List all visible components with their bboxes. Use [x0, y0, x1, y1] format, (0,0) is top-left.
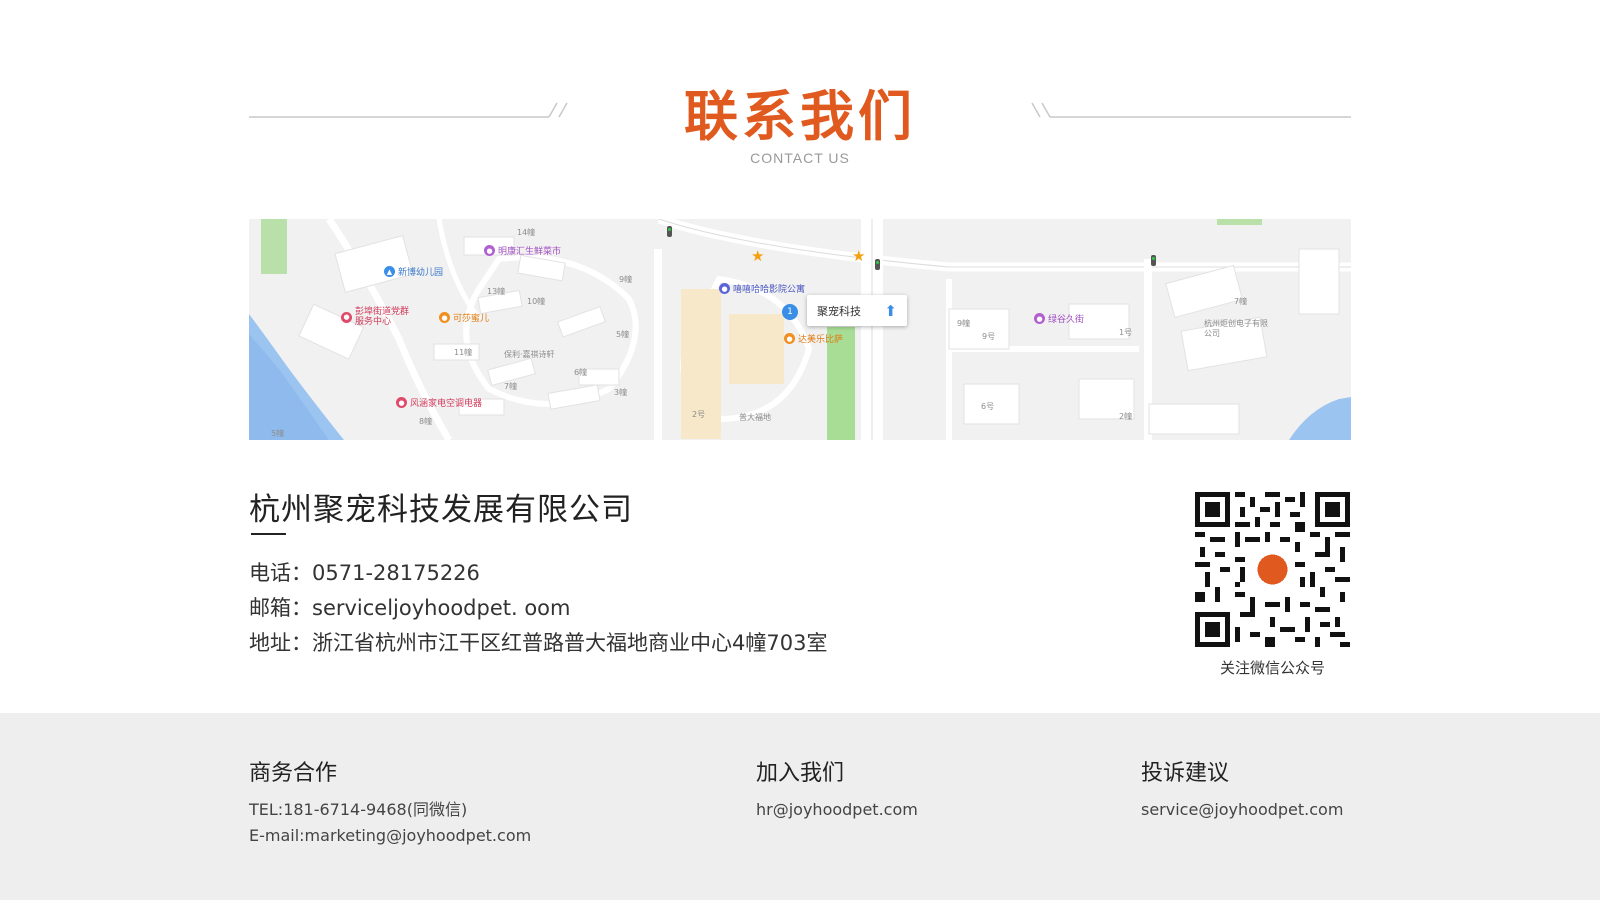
business-email[interactable]: E-mail:marketing@joyhoodpet.com	[249, 823, 531, 849]
food-icon: ●	[784, 333, 795, 344]
map-poi[interactable]: ● 彭埠街道党群服务中心	[341, 307, 416, 327]
school-icon: ▲	[384, 266, 395, 277]
business-tel[interactable]: TEL:181-6714-9468(同微信)	[249, 797, 531, 823]
join-us: 加入我们 hr@joyhoodpet.com	[756, 755, 918, 823]
market-icon: ●	[484, 245, 495, 256]
map-poi[interactable]: ● 嘻嘻哈哈影院公寓	[719, 282, 805, 295]
address-label: 地址：	[249, 631, 312, 655]
company-name: 杭州聚宠科技发展有限公司	[249, 492, 633, 528]
divider	[251, 533, 286, 535]
building-label: 6号	[981, 402, 995, 411]
star-icon: ★	[751, 247, 765, 265]
complaint-heading: 投诉建议	[1141, 761, 1230, 786]
footer: 商务合作 TEL:181-6714-9468(同微信) E-mail:marke…	[0, 713, 1600, 900]
store-icon: ●	[396, 397, 407, 408]
building-label: 保利·嘉祺诗轩	[504, 350, 555, 359]
location-map[interactable]: ★ ★ ● 明康汇生鲜菜市 ▲ 新博幼儿园 ● 彭埠街道党群服务中心 ● 可莎蜜…	[249, 219, 1351, 440]
page-subtitle: CONTACT US	[750, 150, 850, 166]
shopping-icon: ●	[1034, 313, 1045, 324]
business-heading: 商务合作	[249, 761, 338, 786]
building-label: 7幢	[1234, 297, 1248, 306]
map-poi[interactable]: ● 明康汇生鲜菜市	[484, 244, 561, 257]
traffic-light-icon	[875, 259, 880, 270]
phone-value[interactable]: 0571-28175226	[312, 561, 480, 585]
logo-icon	[1257, 554, 1288, 585]
wechat-qr-code	[1195, 492, 1350, 647]
building-label: 2号	[692, 410, 706, 419]
traffic-light-icon	[1151, 255, 1156, 266]
address-line: 地址：浙江省杭州市江干区红普路普大福地商业中心4幢703室	[249, 627, 827, 657]
building-label: 1号	[1119, 328, 1133, 337]
marker-label: 聚宠科技	[817, 304, 861, 318]
government-icon: ●	[341, 311, 352, 323]
complaints: 投诉建议 service@joyhoodpet.com	[1141, 755, 1343, 823]
building-label: 7幢	[504, 382, 518, 391]
hotel-icon: ●	[719, 283, 730, 294]
map-poi[interactable]: ● 风涵家电空调电器	[396, 396, 482, 409]
building-label: 普大福地	[739, 413, 771, 422]
join-heading: 加入我们	[756, 761, 845, 786]
traffic-light-icon	[667, 226, 672, 237]
building-label: 9号	[982, 332, 996, 341]
address-value: 浙江省杭州市江干区红普路普大福地商业中心4幢703室	[312, 631, 828, 655]
map-poi[interactable]: ● 可莎蜜儿	[439, 311, 489, 324]
star-icon: ★	[852, 247, 866, 265]
email-value[interactable]: serviceljoyhoodpet. oom	[312, 596, 571, 620]
join-email[interactable]: hr@joyhoodpet.com	[756, 797, 918, 823]
navigate-icon[interactable]: ⬆	[884, 302, 897, 320]
location-pin-icon[interactable]: 1	[782, 304, 798, 320]
business-contact: 商务合作 TEL:181-6714-9468(同微信) E-mail:marke…	[249, 755, 531, 849]
building-label: 14幢	[517, 228, 536, 237]
building-label: 杭州炬创电子有限公司	[1204, 319, 1268, 338]
map-poi[interactable]: ● 绿谷久街	[1034, 312, 1084, 325]
complaint-email[interactable]: service@joyhoodpet.com	[1141, 797, 1343, 823]
building-label: 8幢	[419, 417, 433, 426]
building-label: 2幢	[1119, 412, 1133, 421]
map-poi[interactable]: ▲ 新博幼儿园	[384, 265, 443, 278]
email-line: 邮箱：serviceljoyhoodpet. oom	[249, 592, 571, 622]
building-label: 11幢	[454, 348, 473, 357]
qr-caption: 关注微信公众号	[1219, 659, 1325, 677]
building-label: 10幢	[527, 297, 546, 306]
building-label: 13幢	[487, 287, 506, 296]
email-label: 邮箱：	[249, 596, 312, 620]
building-label: 3幢	[614, 388, 628, 397]
map-marker-card[interactable]: 聚宠科技 ⬆	[807, 295, 907, 326]
building-label: 5幢	[271, 429, 285, 438]
building-label: 9幢	[619, 275, 633, 284]
building-label: 5幢	[616, 330, 630, 339]
building-label: 6幢	[574, 368, 588, 377]
phone-line: 电话：0571-28175226	[249, 557, 480, 587]
page-title: 联系我们	[684, 85, 916, 148]
building-label: 9幢	[957, 319, 971, 328]
phone-label: 电话：	[249, 561, 312, 585]
map-poi[interactable]: ● 达美乐比萨	[784, 332, 843, 345]
bakery-icon: ●	[439, 312, 450, 323]
